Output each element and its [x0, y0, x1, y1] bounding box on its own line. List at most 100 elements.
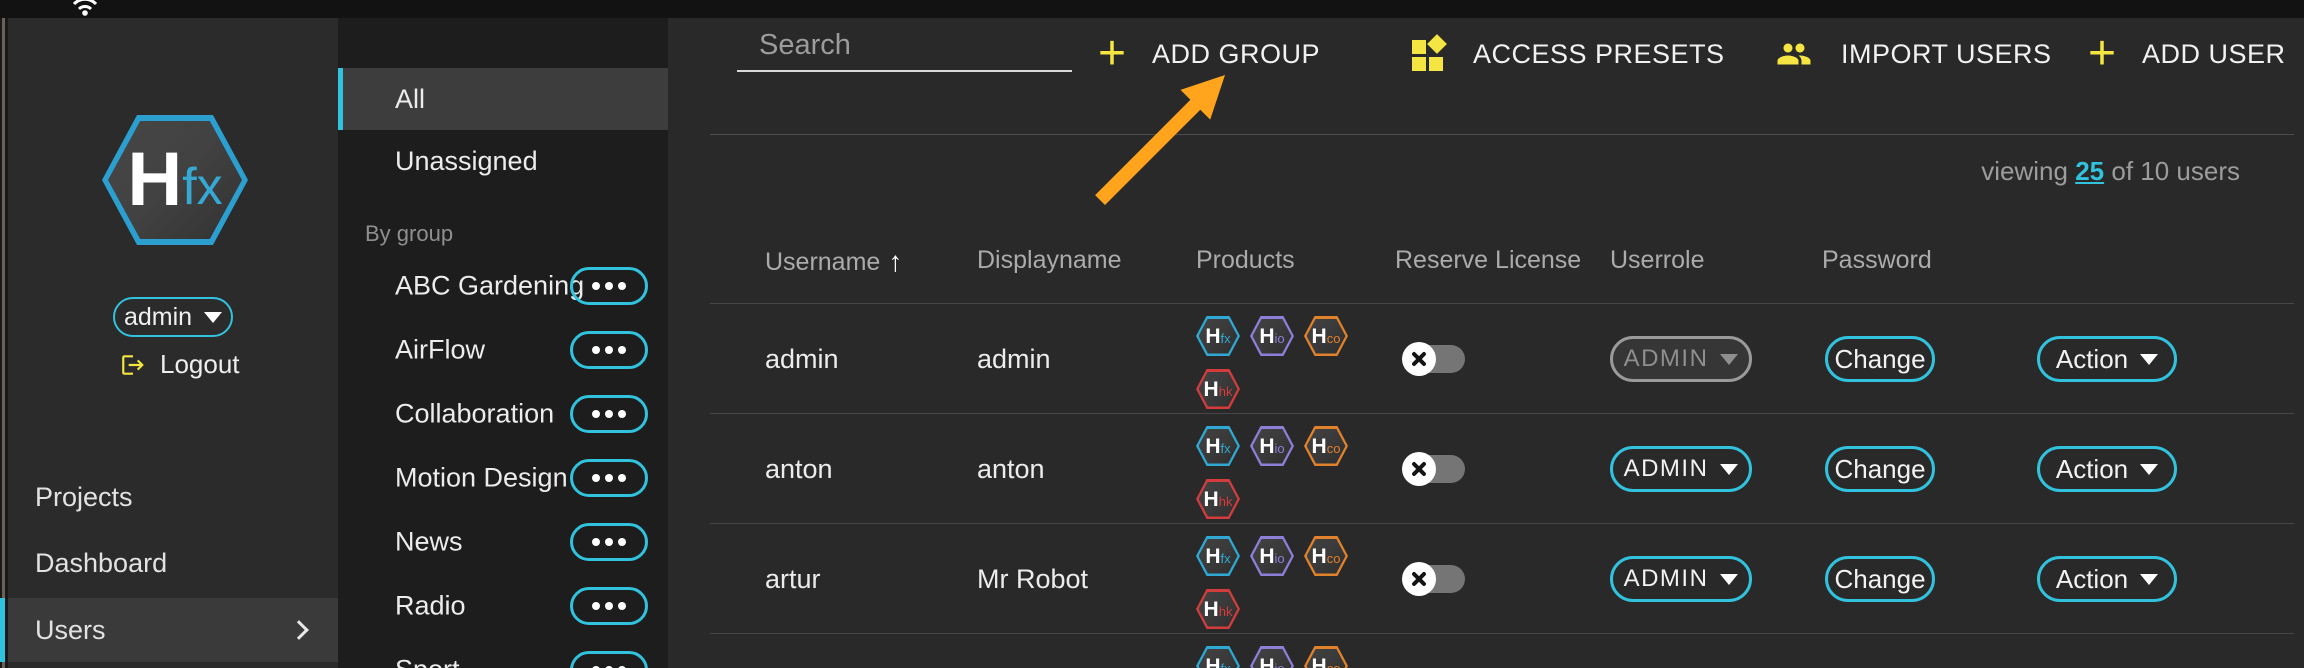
- displayname-cell: admin: [977, 304, 1051, 414]
- reserve-license-toggle-off[interactable]: [1405, 455, 1465, 483]
- change-password-button[interactable]: Change: [1825, 556, 1935, 602]
- column-header-products[interactable]: Products: [1196, 246, 1295, 275]
- reserve-license-toggle-off[interactable]: [1405, 345, 1465, 373]
- dot: [618, 538, 626, 546]
- group-options-button[interactable]: [570, 267, 648, 305]
- group-item-motion-design[interactable]: Motion Design: [338, 446, 668, 510]
- add-user-button[interactable]: + ADD USER: [2088, 30, 2286, 78]
- product-icon-hco[interactable]: Hco: [1304, 316, 1348, 356]
- group-name: ABC Gardening: [395, 271, 584, 302]
- product-icon-hhk[interactable]: Hhk: [1196, 479, 1240, 519]
- group-options-button[interactable]: [570, 331, 648, 369]
- dot: [592, 538, 600, 546]
- product-suffix: fx: [1221, 442, 1231, 455]
- product-icon-hio[interactable]: Hio: [1250, 646, 1294, 668]
- group-options-button[interactable]: [570, 651, 648, 668]
- product-icon-hco[interactable]: Hco: [1304, 536, 1348, 576]
- scrollbar-thumb[interactable]: [2, 18, 5, 668]
- search-input[interactable]: [759, 29, 1136, 62]
- chevron-down-icon: [2140, 574, 2158, 585]
- product-icon-hio[interactable]: Hio: [1250, 536, 1294, 576]
- logout-button[interactable]: Logout: [120, 349, 240, 380]
- column-header-userrole[interactable]: Userrole: [1610, 246, 1704, 275]
- product-letter: H: [1205, 546, 1220, 567]
- button-label: Action: [2056, 344, 2128, 375]
- top-bar: [0, 0, 2304, 18]
- action-dropdown[interactable]: Action: [2037, 446, 2177, 492]
- username-cell: anton: [765, 414, 833, 524]
- product-suffix: io: [1275, 442, 1285, 455]
- change-password-button[interactable]: Change: [1825, 446, 1935, 492]
- product-icon-hhk[interactable]: Hhk: [1196, 589, 1240, 629]
- page-size-link[interactable]: 25: [2075, 156, 2104, 186]
- column-header-displayname[interactable]: Displayname: [977, 246, 1122, 275]
- product-suffix: co: [1327, 552, 1341, 565]
- dot: [592, 346, 600, 354]
- sidebar-item-users[interactable]: Users: [8, 598, 338, 662]
- sidebar-item-dashboard[interactable]: Dashboard: [8, 530, 338, 596]
- column-header-password[interactable]: Password: [1822, 246, 1932, 275]
- product-icon-hhk[interactable]: Hhk: [1196, 369, 1240, 409]
- group-name: AirFlow: [395, 335, 485, 366]
- account-menu-button[interactable]: admin: [113, 297, 233, 337]
- product-icon-hfx[interactable]: Hfx: [1196, 646, 1240, 668]
- group-item-news[interactable]: News: [338, 510, 668, 574]
- filter-unassigned[interactable]: Unassigned: [338, 130, 668, 192]
- action-dropdown[interactable]: Action: [2037, 556, 2177, 602]
- plus-icon: +: [2088, 32, 2116, 76]
- group-item-sport[interactable]: Sport: [338, 638, 668, 668]
- group-item-radio[interactable]: Radio: [338, 574, 668, 638]
- product-icon-hco[interactable]: Hco: [1304, 646, 1348, 668]
- dot: [605, 538, 613, 546]
- dot: [605, 282, 613, 290]
- button-label: ACCESS PRESETS: [1473, 39, 1725, 70]
- change-password-button[interactable]: Change: [1825, 336, 1935, 382]
- group-options-button[interactable]: [570, 523, 648, 561]
- group-item-collaboration[interactable]: Collaboration: [338, 382, 668, 446]
- product-letter: H: [1205, 656, 1220, 668]
- filter-all[interactable]: All: [338, 68, 668, 130]
- reserve-license-cell: [1405, 345, 1465, 373]
- column-header-reserve-license[interactable]: Reserve License: [1395, 246, 1581, 275]
- group-name: News: [395, 527, 463, 558]
- product-icon-hfx[interactable]: Hfx: [1196, 426, 1240, 466]
- userrole-dropdown[interactable]: ADMIN: [1610, 556, 1752, 602]
- group-name: Sport: [395, 655, 460, 668]
- product-icon-hfx[interactable]: Hfx: [1196, 536, 1240, 576]
- group-item-airflow[interactable]: AirFlow: [338, 318, 668, 382]
- userrole-dropdown[interactable]: ADMIN: [1610, 446, 1752, 492]
- product-icon-hio[interactable]: Hio: [1250, 316, 1294, 356]
- import-users-button[interactable]: IMPORT USERS: [1773, 30, 2052, 78]
- product-icon-hio[interactable]: Hio: [1250, 426, 1294, 466]
- group-options-button[interactable]: [570, 459, 648, 497]
- group-options-button[interactable]: [570, 587, 648, 625]
- group-options-button[interactable]: [570, 395, 648, 433]
- chevron-down-icon: [2140, 464, 2158, 475]
- sidebar-item-projects[interactable]: Projects: [8, 464, 338, 530]
- dot: [618, 602, 626, 610]
- product-icon-hco[interactable]: Hco: [1304, 426, 1348, 466]
- filter-label: All: [395, 84, 425, 115]
- add-group-button[interactable]: + ADD GROUP: [1098, 30, 1320, 78]
- main-content: + ADD GROUP ACCESS PRESETS IMPORT USERS …: [668, 18, 2304, 668]
- reserve-license-toggle-off[interactable]: [1405, 565, 1465, 593]
- product-suffix: fx: [1221, 662, 1231, 668]
- product-letter: H: [1205, 436, 1220, 457]
- chevron-down-icon: [1720, 354, 1738, 365]
- products-cell: Hfx Hio Hco Hhk: [1196, 426, 1348, 519]
- product-letter: H: [1312, 436, 1327, 457]
- userrole-dropdown-disabled: ADMIN: [1610, 336, 1752, 382]
- product-letter: H: [1259, 436, 1274, 457]
- access-presets-button[interactable]: ACCESS PRESETS: [1412, 30, 1725, 78]
- nav-label: Users: [35, 615, 106, 646]
- product-suffix: fx: [1221, 332, 1231, 345]
- plus-icon: +: [1098, 32, 1126, 76]
- product-icon-hfx[interactable]: Hfx: [1196, 316, 1240, 356]
- action-dropdown[interactable]: Action: [2037, 336, 2177, 382]
- group-item-abc-gardening[interactable]: ABC Gardening: [338, 254, 668, 318]
- column-header-username[interactable]: Username ↑: [765, 246, 902, 278]
- dot: [592, 282, 600, 290]
- viewing-summary: viewing 25 of 10 users: [1981, 156, 2240, 187]
- button-label: Change: [1834, 344, 1925, 375]
- product-letter: H: [1205, 326, 1220, 347]
